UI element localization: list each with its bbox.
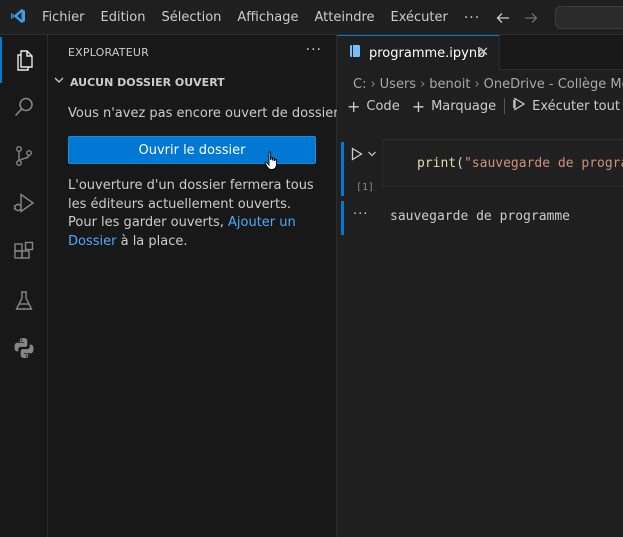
chevron-down-icon[interactable] bbox=[367, 148, 377, 163]
ellipsis-icon[interactable]: ··· bbox=[456, 10, 488, 26]
run-all-label: Exécuter tout bbox=[532, 98, 620, 114]
title-bar: Fichier Edition Sélection Affichage Atte… bbox=[0, 0, 623, 35]
chevron-right-icon: › bbox=[420, 76, 426, 92]
ellipsis-icon[interactable]: ··· bbox=[306, 42, 322, 58]
explorer-icon[interactable] bbox=[0, 37, 48, 83]
command-center-search[interactable] bbox=[555, 6, 623, 29]
cell-output: sauvegarde de programme bbox=[390, 209, 571, 224]
explorer-sidebar: EXPLORATEUR ··· AUCUN DOSSIER OUVERT Vou… bbox=[48, 35, 342, 537]
search-icon[interactable] bbox=[0, 84, 48, 130]
chevron-right-icon: › bbox=[370, 76, 376, 92]
output-focus-indicator bbox=[341, 201, 344, 235]
run-all-icon bbox=[513, 97, 527, 115]
testing-icon[interactable] bbox=[0, 278, 48, 324]
sidebar-title: EXPLORATEUR bbox=[68, 46, 149, 59]
arrow-left-icon[interactable] bbox=[496, 11, 510, 25]
add-code-cell-button[interactable]: + Code bbox=[347, 97, 400, 116]
breadcrumb-item[interactable]: OneDrive - Collège Mont bbox=[484, 77, 623, 92]
vscode-logo-icon bbox=[10, 8, 26, 24]
menu-executer[interactable]: Exécuter bbox=[383, 0, 456, 35]
open-folder-info: L'ouverture d'un dossier fermera tous le… bbox=[68, 177, 318, 251]
no-folder-message: Vous n'avez pas encore ouvert de dossier… bbox=[68, 106, 342, 121]
breadcrumb-item[interactable]: benoit bbox=[429, 77, 470, 92]
add-markdown-cell-button[interactable]: + Marquage bbox=[412, 97, 496, 116]
menu-atteindre[interactable]: Atteindre bbox=[306, 0, 382, 35]
editor-area: programme.ipynb ✕ C: › Users › benoit › … bbox=[337, 35, 623, 537]
section-title: AUCUN DOSSIER OUVERT bbox=[70, 75, 225, 89]
breadcrumb: C: › Users › benoit › OneDrive - Collège… bbox=[353, 73, 623, 95]
navigation-controls bbox=[496, 0, 538, 35]
close-icon[interactable]: ✕ bbox=[478, 45, 489, 60]
menu-fichier[interactable]: Fichier bbox=[34, 0, 93, 35]
plus-icon: + bbox=[347, 96, 361, 116]
plus-icon: + bbox=[411, 96, 426, 116]
code-cell-editor[interactable]: print("sauvegarde de progra bbox=[382, 139, 623, 187]
menu-affichage[interactable]: Affichage bbox=[229, 0, 306, 35]
activity-bar bbox=[0, 35, 48, 537]
info-text-end: à la place. bbox=[116, 233, 188, 249]
run-debug-icon[interactable] bbox=[0, 180, 48, 226]
breadcrumb-item[interactable]: Users bbox=[380, 77, 416, 92]
code-function-token: print bbox=[417, 156, 457, 171]
chevron-down-icon bbox=[52, 73, 66, 91]
python-icon[interactable] bbox=[0, 325, 48, 371]
arrow-right-icon[interactable] bbox=[524, 11, 538, 25]
run-all-button[interactable]: Exécuter tout bbox=[513, 97, 620, 115]
menu-edition[interactable]: Edition bbox=[93, 0, 154, 35]
notebook-file-icon bbox=[349, 44, 361, 62]
ellipsis-icon[interactable]: ··· bbox=[353, 207, 368, 222]
hand-cursor-icon bbox=[264, 151, 280, 175]
source-control-icon[interactable] bbox=[0, 133, 48, 179]
breadcrumb-item[interactable]: C: bbox=[353, 77, 366, 92]
no-folder-section-header[interactable]: AUCUN DOSSIER OUVERT bbox=[52, 71, 337, 93]
menu-selection[interactable]: Sélection bbox=[153, 0, 229, 35]
code-line: print("sauvegarde de progra bbox=[417, 156, 623, 171]
notebook-toolbar: + Code + Marquage Exécuter tout bbox=[347, 95, 620, 117]
add-code-label: Code bbox=[366, 98, 400, 114]
tab-label: programme.ipynb bbox=[369, 45, 486, 61]
menu-bar: Fichier Edition Sélection Affichage Atte… bbox=[34, 0, 488, 35]
code-string-token: "sauvegarde de progra bbox=[463, 156, 623, 171]
toolbar-divider bbox=[504, 98, 506, 114]
extensions-icon[interactable] bbox=[0, 229, 48, 275]
editor-tabs: programme.ipynb ✕ bbox=[337, 35, 623, 70]
cell-focus-indicator bbox=[341, 142, 344, 196]
code-paren-token: ( bbox=[456, 156, 464, 171]
run-cell-icon[interactable] bbox=[351, 147, 363, 165]
add-markdown-label: Marquage bbox=[431, 98, 497, 114]
chevron-right-icon: › bbox=[474, 76, 480, 92]
execution-count: [1] bbox=[356, 182, 375, 193]
tab-programme-ipynb[interactable]: programme.ipynb ✕ bbox=[337, 35, 500, 70]
